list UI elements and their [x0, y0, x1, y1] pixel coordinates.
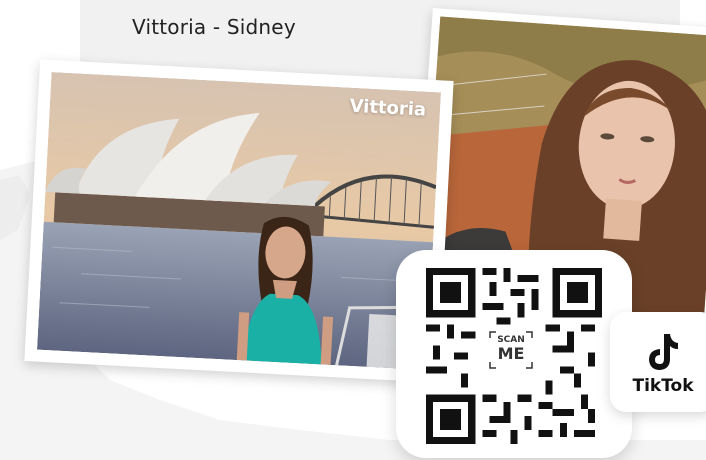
tiktok-label: TikTok: [632, 376, 694, 396]
scan-me-badge: SCAN ME: [488, 330, 534, 370]
sydney-image: Vittoria: [36, 71, 442, 371]
tiktok-icon: [649, 334, 678, 370]
qr-code-card[interactable]: SCAN ME: [396, 250, 632, 458]
photo-label-name: Vittoria: [349, 95, 427, 121]
tiktok-card[interactable]: TikTok: [610, 312, 706, 412]
photo-sydney-opera-house: Vittoria: [24, 59, 454, 383]
page-title: Vittoria - Sidney: [132, 15, 296, 39]
